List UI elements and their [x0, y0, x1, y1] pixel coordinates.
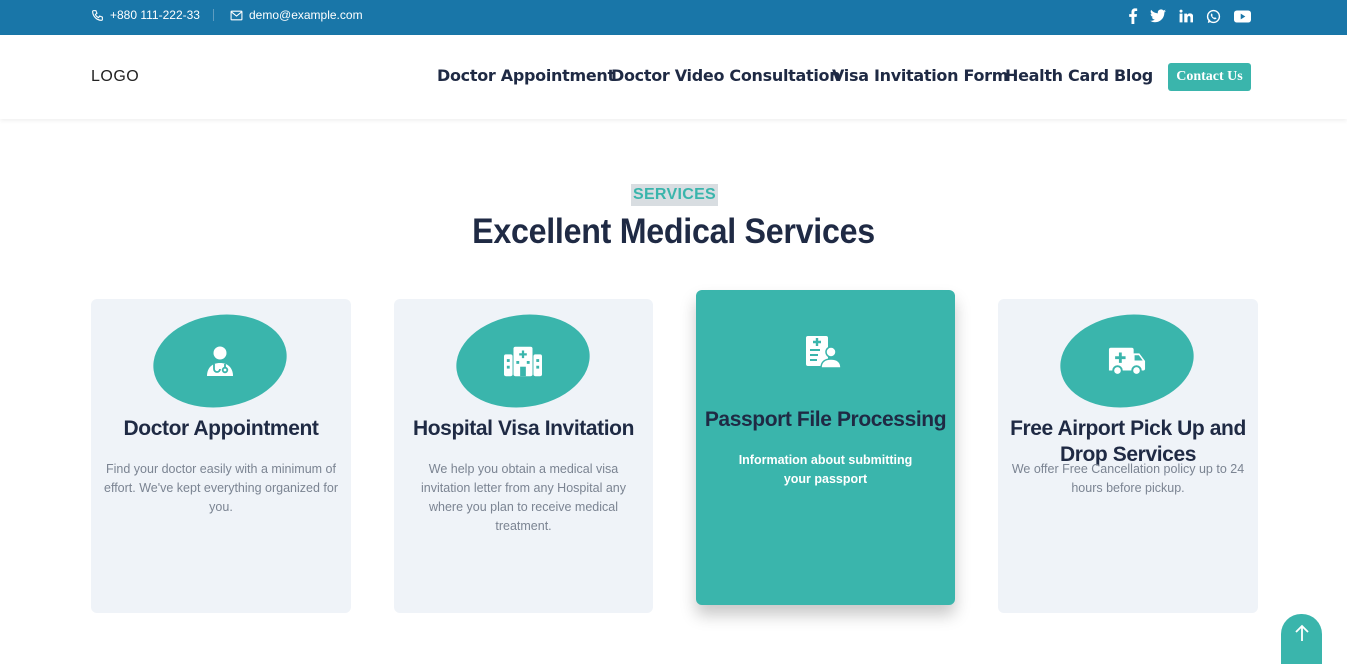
- nav-item-doctor-video-consultation[interactable]: Doctor Video Consultation: [611, 66, 841, 85]
- facebook-icon[interactable]: [1124, 7, 1142, 25]
- section-badge: SERVICES: [631, 184, 718, 206]
- nav-item-blog[interactable]: Blog: [1114, 66, 1153, 85]
- divider: [213, 9, 214, 21]
- arrow-up-icon: [1294, 624, 1309, 641]
- scroll-to-top-button[interactable]: [1281, 614, 1322, 664]
- card-description: Information about submitting your passpo…: [738, 453, 913, 486]
- nav-item-visa-invitation-form[interactable]: Visa Invitation Form: [832, 66, 1008, 85]
- section-title: Excellent Medical Services: [472, 212, 875, 251]
- service-card-hospital-visa-invitation[interactable]: Hospital Visa Invitation We help you obt…: [394, 299, 653, 613]
- email-address: demo@example.com: [249, 8, 363, 22]
- top-bar: +880 111-222-33 demo@example.com: [0, 0, 1347, 35]
- card-title: Hospital Visa Invitation: [412, 417, 635, 440]
- mail-icon: [230, 10, 243, 20]
- nav-item-health-card[interactable]: Health Card: [1005, 66, 1109, 85]
- hospital-icon: [504, 343, 542, 379]
- ambulance-icon: [1108, 343, 1146, 379]
- email-contact[interactable]: demo@example.com: [230, 7, 363, 23]
- phone-contact[interactable]: +880 111-222-33: [91, 7, 200, 23]
- linkedin-icon[interactable]: [1177, 7, 1195, 25]
- card-title: Doctor Appointment: [123, 417, 319, 440]
- phone-icon: [92, 9, 103, 21]
- phone-number: +880 111-222-33: [110, 8, 200, 22]
- card-title: Passport File Processing: [704, 408, 947, 431]
- twitter-icon[interactable]: [1149, 7, 1167, 25]
- service-card-airport-pickup[interactable]: Free Airport Pick Up and Drop Services W…: [998, 299, 1258, 613]
- logo[interactable]: LOGO: [91, 68, 139, 86]
- service-card-doctor-appointment[interactable]: Doctor Appointment Find your doctor easi…: [91, 299, 351, 613]
- card-description: We help you obtain a medical visa invita…: [421, 462, 626, 533]
- youtube-icon[interactable]: [1233, 7, 1251, 25]
- card-description: Find your doctor easily with a minimum o…: [104, 462, 338, 514]
- whatsapp-icon[interactable]: [1204, 7, 1222, 25]
- nav-item-doctor-appointment[interactable]: Doctor Appointment: [437, 66, 615, 85]
- passport-file-icon: [804, 334, 842, 370]
- doctor-icon: [201, 343, 239, 379]
- service-card-passport-file-processing[interactable]: Passport File Processing Information abo…: [696, 290, 955, 605]
- card-description: We offer Free Cancellation policy up to …: [1011, 462, 1245, 495]
- main-navigation: LOGO Doctor Appointment Doctor Video Con…: [0, 35, 1347, 119]
- contact-us-button[interactable]: Contact Us: [1168, 63, 1251, 91]
